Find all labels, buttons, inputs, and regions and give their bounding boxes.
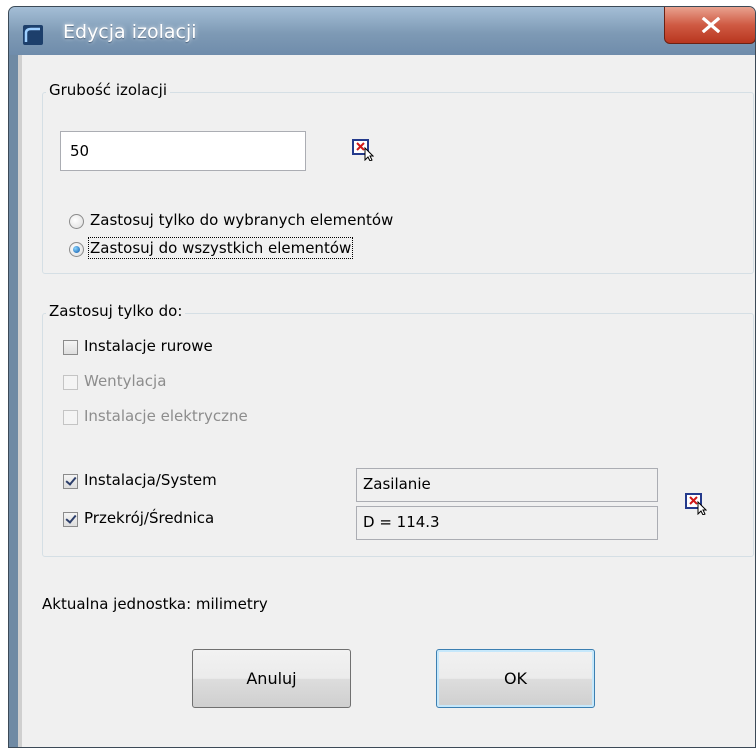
pick-from-drawing-icon[interactable] [685,493,707,515]
checkbox-electrical-label: Instalacje elektryczne [84,407,248,425]
checkbox-ventilation-label: Wentylacja [84,372,167,390]
app-icon [23,25,43,45]
checkbox-ventilation[interactable] [63,375,78,390]
thickness-input[interactable]: 50 [60,131,306,171]
checkbox-pipes-label[interactable]: Instalacje rurowe [84,337,213,355]
title-bar[interactable]: Edycja izolacji [9,7,755,55]
ok-button[interactable]: OK [436,649,595,708]
radio-selected-elements-label[interactable]: Zastosuj tylko do wybranych elementów [90,211,393,229]
radio-all-elements-label[interactable]: Zastosuj do wszystkich elementów [87,237,354,259]
thickness-group-legend: Grubość izolacji [46,81,170,99]
system-value-field: Zasilanie [356,468,658,502]
radio-selected-elements[interactable] [69,214,84,229]
dialog-window: Edycja izolacji Grubość izolacji 50 Zast… [8,6,756,748]
radio-all-elements[interactable] [69,242,84,257]
checkbox-pipes[interactable] [63,340,78,355]
checkbox-system-label[interactable]: Instalacja/System [84,471,217,489]
checkbox-electrical[interactable] [63,410,78,425]
close-icon [701,17,721,33]
window-title: Edycja izolacji [63,21,197,43]
close-button[interactable] [664,7,755,44]
cancel-button[interactable]: Anuluj [192,649,351,708]
checkbox-section[interactable] [63,512,78,527]
apply-group-legend: Zastosuj tylko do: [46,302,186,320]
pick-from-drawing-icon[interactable] [352,139,374,161]
section-value-field: D = 114.3 [356,506,658,540]
checkbox-system[interactable] [63,474,78,489]
current-unit-text: Aktualna jednostka: milimetry [42,595,268,613]
checkbox-section-label[interactable]: Przekrój/Średnica [84,509,214,527]
dialog-body: Grubość izolacji 50 Zastosuj tylko do wy… [18,55,755,747]
